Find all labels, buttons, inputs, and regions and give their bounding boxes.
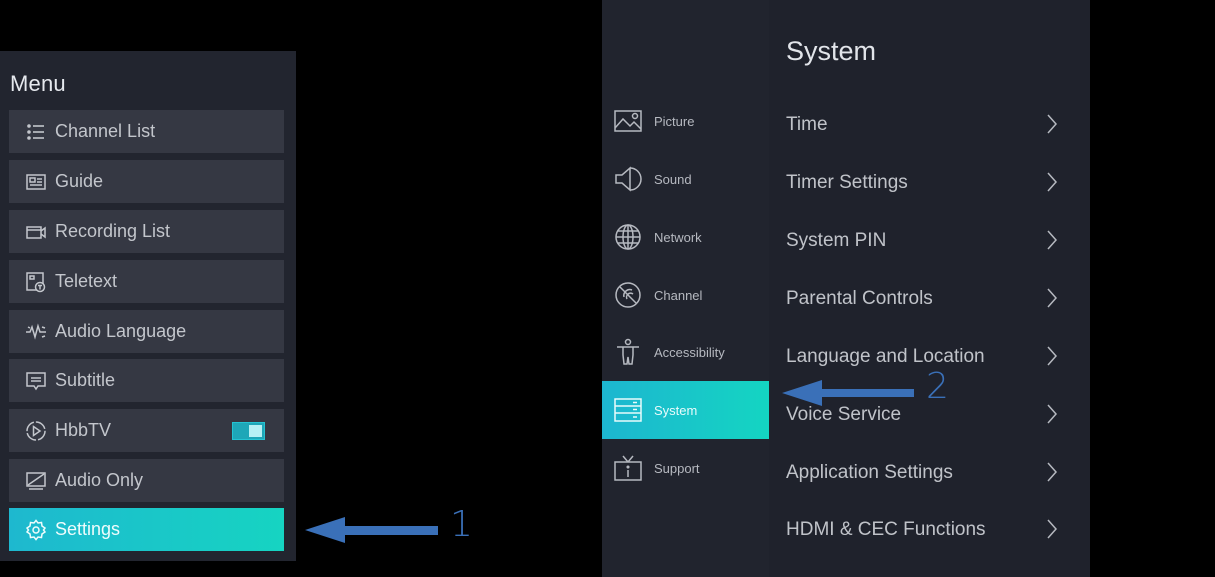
annotation-arrow-2 (782, 380, 914, 406)
system-item-label: System PIN (786, 230, 887, 251)
system-item-application-settings[interactable]: Application Settings (786, 453, 1076, 493)
support-icon (614, 454, 642, 482)
sound-icon (614, 165, 642, 193)
teletext-icon (25, 271, 47, 293)
category-label: Network (654, 229, 702, 245)
menu-item-label: Audio Only (55, 470, 144, 490)
gear-icon (25, 518, 47, 541)
globe-icon (614, 223, 642, 251)
menu-item-label: Settings (55, 519, 121, 539)
menu-item-label: Channel List (55, 121, 156, 141)
menu-item-label: HbbTV (55, 420, 112, 440)
category-sound[interactable]: Sound (602, 150, 769, 208)
menu-item-settings[interactable]: Settings (9, 508, 284, 551)
system-item-label: HDMI & CEC Functions (786, 519, 986, 540)
category-network[interactable]: Network (602, 208, 769, 266)
subtitle-icon (25, 370, 47, 392)
system-item-timer-settings[interactable]: Timer Settings (786, 163, 1076, 203)
category-label: Support (654, 460, 700, 476)
system-item-parental-controls[interactable]: Parental Controls (786, 279, 1076, 319)
category-system[interactable]: System (602, 381, 769, 439)
annotation-step-2: 2 (926, 366, 949, 407)
menu-item-audio-only[interactable]: Audio Only (9, 459, 284, 502)
list-icon (25, 121, 47, 143)
system-item-hdmi-cec[interactable]: HDMI & CEC Functions (786, 510, 1076, 550)
chevron-right-icon (1047, 519, 1058, 539)
menu-item-guide[interactable]: Guide (9, 160, 284, 203)
category-support[interactable]: Support (602, 439, 769, 497)
category-label: Accessibility (654, 344, 725, 360)
category-accessibility[interactable]: Accessibility (602, 323, 769, 381)
toggle-knob (249, 425, 262, 437)
chevron-right-icon (1047, 288, 1058, 308)
channel-icon (614, 281, 642, 309)
system-icon (614, 396, 642, 424)
chevron-right-icon (1047, 230, 1058, 250)
chevron-right-icon (1047, 404, 1058, 424)
hbbtv-toggle[interactable] (232, 422, 265, 440)
chevron-right-icon (1047, 114, 1058, 134)
menu-item-subtitle[interactable]: Subtitle (9, 359, 284, 402)
chevron-right-icon (1047, 346, 1058, 366)
menu-panel: Menu Channel List Guide Recording List T… (0, 51, 296, 561)
menu-item-channel-list[interactable]: Channel List (9, 110, 284, 153)
system-item-label: Application Settings (786, 462, 953, 483)
menu-item-label: Subtitle (55, 370, 116, 390)
menu-item-hbbtv[interactable]: HbbTV (9, 409, 284, 452)
annotation-step-1: 1 (450, 504, 473, 545)
annotation-arrow-1 (305, 517, 438, 543)
chevron-right-icon (1047, 172, 1058, 192)
category-label: Sound (654, 171, 692, 187)
menu-item-label: Teletext (55, 271, 118, 291)
settings-category-column: Picture Sound Network Channel Accessibil (602, 0, 769, 577)
chevron-right-icon (1047, 462, 1058, 482)
menu-item-label: Audio Language (55, 321, 187, 341)
menu-item-recording-list[interactable]: Recording List (9, 210, 284, 253)
category-channel[interactable]: Channel (602, 266, 769, 324)
audio-only-icon (25, 470, 47, 492)
system-item-label: Parental Controls (786, 288, 933, 309)
category-label: System (654, 402, 698, 418)
hbbtv-icon (25, 420, 47, 442)
system-item-label: Time (786, 114, 828, 135)
picture-icon (614, 107, 642, 135)
system-item-label: Language and Location (786, 346, 985, 367)
recording-icon (25, 221, 47, 243)
system-item-label: Timer Settings (786, 172, 908, 193)
system-item-system-pin[interactable]: System PIN (786, 221, 1076, 261)
category-picture[interactable]: Picture (602, 92, 769, 150)
guide-icon (25, 171, 47, 193)
accessibility-icon (614, 338, 642, 366)
system-item-time[interactable]: Time (786, 105, 1076, 145)
menu-item-label: Guide (55, 171, 104, 191)
menu-item-teletext[interactable]: Teletext (9, 260, 284, 303)
system-title: System (786, 36, 877, 66)
audio-language-icon (25, 321, 47, 343)
category-label: Picture (654, 113, 695, 129)
settings-panel: Picture Sound Network Channel Accessibil (602, 0, 1090, 577)
category-label: Channel (654, 287, 703, 303)
menu-item-label: Recording List (55, 221, 171, 241)
menu-title: Menu (10, 71, 66, 96)
menu-item-audio-language[interactable]: Audio Language (9, 310, 284, 353)
